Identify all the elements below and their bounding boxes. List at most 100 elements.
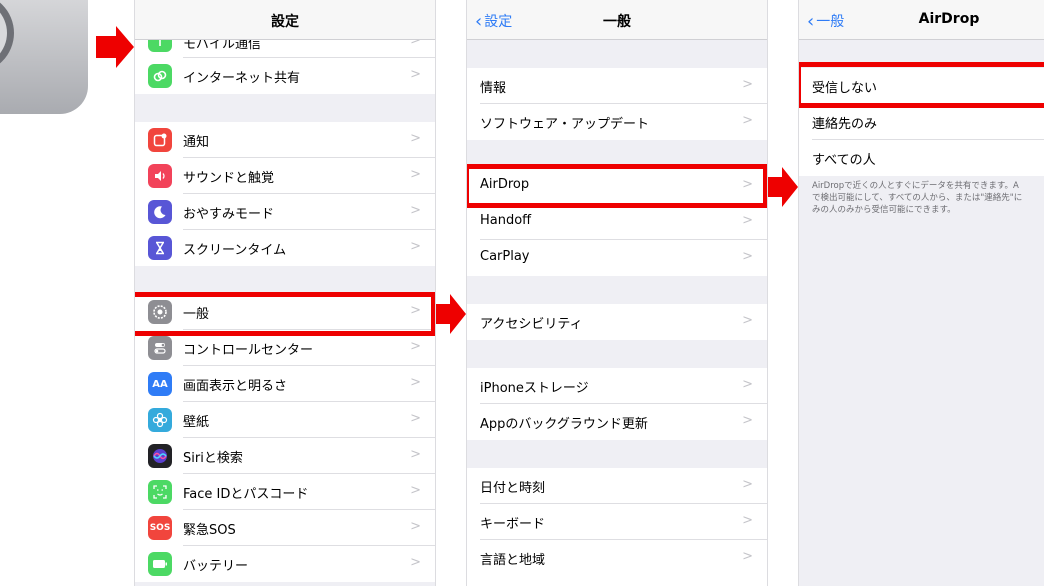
hourglass-icon <box>148 236 172 260</box>
highlight-box <box>799 62 1044 108</box>
general-item-label: ソフトウェア・アップデート <box>480 117 650 132</box>
general-item-background-refresh[interactable]: Appのバックグラウンド更新 > <box>467 404 767 440</box>
settings-item-siri[interactable]: Siriと検索 > <box>135 438 435 474</box>
settings-panel: 設定 モバイル通信 > インターネット共有 > 通知 > サウンドと触覚 > お… <box>134 0 436 586</box>
chevron-right-icon: > <box>410 519 421 534</box>
description-line: みの人のみから受信可能にできます。 <box>812 205 956 215</box>
settings-item-label: 緊急SOS <box>183 523 236 538</box>
settings-item-emergency-sos[interactable]: SOS 緊急SOS > <box>135 510 435 546</box>
general-item-keyboard[interactable]: キーボード > <box>467 504 767 540</box>
general-item-label: アクセシビリティ <box>480 317 583 332</box>
chevron-right-icon: > <box>742 77 753 92</box>
settings-item-label: サウンドと触覚 <box>183 171 275 186</box>
airdrop-option-everyone[interactable]: すべての人 <box>799 140 1044 176</box>
settings-item-label: 画面表示と明るさ <box>183 379 288 394</box>
chevron-right-icon: > <box>410 239 421 254</box>
airdrop-option-label: すべての人 <box>812 153 876 168</box>
settings-item-label: インターネット共有 <box>183 71 301 86</box>
text-size-icon: AA <box>148 372 172 396</box>
general-item-label: 情報 <box>480 81 507 96</box>
chevron-right-icon: > <box>410 555 421 570</box>
chevron-right-icon: > <box>742 377 753 392</box>
chevron-right-icon: > <box>410 447 421 462</box>
general-item-label: Appのバックグラウンド更新 <box>480 417 648 432</box>
page-title: 設定 <box>271 14 299 30</box>
speaker-icon <box>148 164 172 188</box>
general-item-accessibility[interactable]: アクセシビリティ > <box>467 304 767 340</box>
nav-bar: ‹ 一般 AirDrop <box>799 0 1044 40</box>
settings-item-notifications[interactable]: 通知 > <box>135 122 435 158</box>
chevron-right-icon: > <box>410 67 421 82</box>
flower-icon <box>148 408 172 432</box>
general-item-carplay[interactable]: CarPlay > <box>467 240 767 276</box>
chevron-right-icon: > <box>410 167 421 182</box>
page-title: 一般 <box>603 14 631 30</box>
chevron-right-icon: > <box>742 313 753 328</box>
nav-bar: 設定 <box>135 0 435 40</box>
general-item-label: キーボード <box>480 517 546 532</box>
notification-icon <box>148 128 172 152</box>
general-item-label: 日付と時刻 <box>480 481 546 496</box>
settings-app-icon <box>0 0 88 114</box>
settings-item-label: Face IDとパスコード <box>183 487 309 502</box>
settings-item-label: 壁紙 <box>183 415 210 430</box>
nav-bar: ‹ 設定 一般 <box>467 0 767 40</box>
general-item-label: iPhoneストレージ <box>480 381 589 396</box>
arrow-icon <box>767 167 798 207</box>
link-icon <box>148 64 172 88</box>
settings-item-label: おやすみモード <box>183 207 275 222</box>
general-item-language-region[interactable]: 言語と地域 > <box>467 540 767 586</box>
airdrop-option-contacts-only[interactable]: 連絡先のみ <box>799 104 1044 140</box>
general-item-date-time[interactable]: 日付と時刻 > <box>467 468 767 504</box>
highlight-box <box>135 292 435 336</box>
chevron-right-icon: > <box>410 483 421 498</box>
arrow-icon <box>435 294 466 334</box>
settings-item-do-not-disturb[interactable]: おやすみモード > <box>135 194 435 230</box>
settings-item-label: Siriと検索 <box>183 451 243 466</box>
highlight-box <box>467 164 767 208</box>
general-panel: ‹ 設定 一般 情報 > ソフトウェア・アップデート > AirDrop > Ha… <box>466 0 768 586</box>
face-id-icon <box>148 480 172 504</box>
general-item-software-update[interactable]: ソフトウェア・アップデート > <box>467 104 767 140</box>
airdrop-panel: ‹ 一般 AirDrop 受信しない 連絡先のみ すべての人 AirDropで近く… <box>798 0 1044 586</box>
settings-item-wallpaper[interactable]: 壁紙 > <box>135 402 435 438</box>
chevron-right-icon: > <box>742 413 753 428</box>
sos-icon: SOS <box>148 516 172 540</box>
arrow-icon <box>96 26 134 68</box>
chevron-right-icon: > <box>410 339 421 354</box>
gear-icon <box>0 2 14 64</box>
settings-item-label: バッテリー <box>183 559 249 574</box>
page-title: AirDrop <box>918 11 980 27</box>
battery-icon <box>148 552 172 576</box>
general-item-handoff[interactable]: Handoff > <box>467 204 767 240</box>
general-item-about[interactable]: 情報 > <box>467 68 767 104</box>
general-item-label: CarPlay <box>480 249 530 264</box>
settings-item-label: スクリーンタイム <box>183 243 287 258</box>
chevron-right-icon: > <box>410 411 421 426</box>
chevron-right-icon: > <box>410 131 421 146</box>
settings-item-face-id[interactable]: Face IDとパスコード > <box>135 474 435 510</box>
settings-item-display[interactable]: AA 画面表示と明るさ > <box>135 366 435 402</box>
settings-item-hotspot[interactable]: インターネット共有 > <box>135 58 435 94</box>
chevron-right-icon: > <box>410 203 421 218</box>
general-item-label: Handoff <box>480 213 532 228</box>
airdrop-option-label: 連絡先のみ <box>812 117 878 132</box>
chevron-right-icon: > <box>742 249 753 264</box>
chevron-right-icon: > <box>410 375 421 390</box>
general-item-storage[interactable]: iPhoneストレージ > <box>467 368 767 404</box>
description-line: AirDropで近くの人とすぐにデータを共有できます。A <box>812 181 1019 191</box>
settings-item-battery[interactable]: バッテリー > <box>135 546 435 582</box>
settings-item-sounds[interactable]: サウンドと触覚 > <box>135 158 435 194</box>
description-line: で検出可能にして、すべての人から、または"連絡先"に <box>812 193 1023 203</box>
chevron-right-icon: > <box>742 549 753 564</box>
settings-item-label: 通知 <box>183 135 210 150</box>
chevron-right-icon: > <box>742 513 753 528</box>
chevron-right-icon: > <box>742 213 753 228</box>
settings-item-screen-time[interactable]: スクリーンタイム > <box>135 230 435 266</box>
toggles-icon <box>148 336 172 360</box>
chevron-right-icon: > <box>742 113 753 128</box>
general-item-label: 言語と地域 <box>480 553 546 568</box>
settings-item-label: コントロールセンター <box>183 343 314 358</box>
airdrop-description: AirDropで近くの人とすぐにデータを共有できます。A で検出可能にして、すべ… <box>812 180 1044 216</box>
siri-icon <box>148 444 172 468</box>
